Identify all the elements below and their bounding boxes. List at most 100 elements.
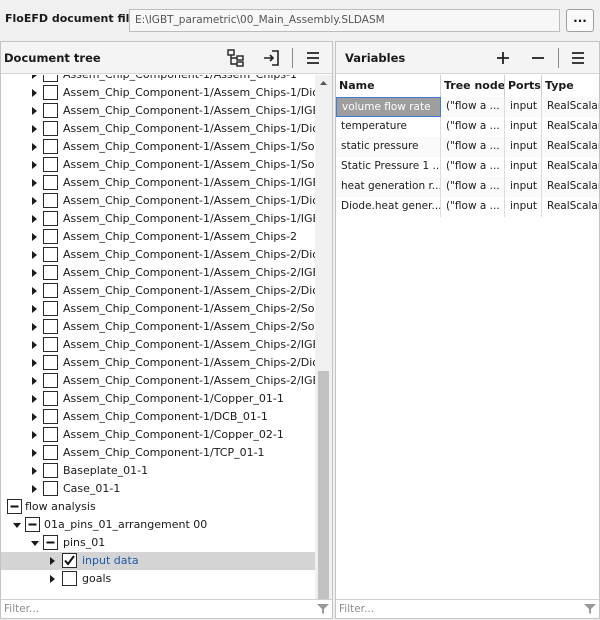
tree-item-checkbox[interactable]	[43, 139, 58, 154]
expand-arrow-icon[interactable]	[31, 232, 39, 242]
expand-arrow-icon[interactable]	[31, 196, 39, 206]
tree-item-checkbox[interactable]	[43, 409, 58, 424]
import-node-icon[interactable]	[262, 48, 282, 68]
collapse-arrow-icon[interactable]	[13, 520, 21, 530]
variable-tree-node-cell[interactable]: ("flow a ...	[441, 117, 505, 137]
expand-arrow-icon[interactable]	[31, 412, 39, 422]
browse-button[interactable]: ...	[566, 9, 594, 32]
tree-item-checkbox[interactable]	[43, 229, 58, 244]
tree-item-checkbox[interactable]	[43, 157, 58, 172]
filter-icon[interactable]	[316, 602, 330, 616]
variable-name-cell[interactable]: Static Pressure 1 ...	[336, 157, 441, 177]
tree-item[interactable]: Assem_Chip_Component-1/Assem_Chips-1/IGB…	[1, 102, 315, 120]
tree-item[interactable]: Assem_Chip_Component-1/Assem_Chips-1/Dio…	[1, 192, 315, 210]
column-header-type[interactable]: Type	[542, 75, 599, 97]
variable-name-cell[interactable]: temperature	[336, 117, 441, 137]
tree-item-checkbox[interactable]	[43, 247, 58, 262]
variable-ports-cell[interactable]: input	[505, 197, 542, 217]
variable-tree-node-cell[interactable]: ("flow a ...	[441, 157, 505, 177]
variable-name-cell[interactable]: volume flow rate	[336, 97, 441, 117]
variable-ports-cell[interactable]: input	[505, 117, 542, 137]
filter-icon[interactable]	[583, 602, 597, 616]
tree-item-checkbox[interactable]	[43, 121, 58, 136]
expand-arrow-icon[interactable]	[31, 376, 39, 386]
tree-item-checkbox[interactable]	[62, 571, 77, 586]
tree-item-checkbox[interactable]	[43, 427, 58, 442]
expand-arrow-icon[interactable]	[49, 556, 57, 566]
tree-item[interactable]: pins_01	[1, 534, 315, 552]
expand-arrow-icon[interactable]	[31, 75, 39, 80]
variable-tree-node-cell[interactable]: ("flow a ...	[441, 137, 505, 157]
expand-arrow-icon[interactable]	[31, 448, 39, 458]
tree-structure-icon[interactable]	[226, 48, 246, 68]
tree-item[interactable]: input data	[1, 552, 315, 570]
column-header-tree-node[interactable]: Tree node	[441, 75, 505, 97]
tree-item-checkbox[interactable]	[43, 75, 58, 82]
variable-tree-node-cell[interactable]: ("flow a ...	[441, 97, 505, 117]
file-path-field[interactable]: E:\IGBT_parametric\00_Main_Assembly.SLDA…	[129, 9, 560, 32]
collapse-arrow-icon[interactable]	[31, 538, 39, 548]
expand-arrow-icon[interactable]	[31, 106, 39, 116]
table-row[interactable]: volume flow rate ("flow a ... input RealSca…	[336, 97, 599, 117]
tree-item-checkbox[interactable]	[43, 355, 58, 370]
column-header-name[interactable]: Name	[336, 75, 441, 97]
tree-item[interactable]: Assem_Chip_Component-1/Assem_Chips-2/Dio…	[1, 282, 315, 300]
tree-item[interactable]: goals	[1, 570, 315, 588]
tree-item[interactable]: Assem_Chip_Component-1/Assem_Chips-2/Sol…	[1, 318, 315, 336]
expand-arrow-icon[interactable]	[31, 430, 39, 440]
variables-filter-input[interactable]	[336, 600, 599, 618]
tree-item[interactable]: flow analysis	[1, 498, 315, 516]
tree-item[interactable]: Assem_Chip_Component-1/Copper_02-1	[1, 426, 315, 444]
tree-item[interactable]: Assem_Chip_Component-1/Assem_Chips-2/Sol…	[1, 300, 315, 318]
table-row[interactable]: Static Pressure 1 ... ("flow a ... input Re…	[336, 157, 599, 177]
tree-item[interactable]: Assem_Chip_Component-1/Assem_Chips-1/Sol…	[1, 156, 315, 174]
menu-icon[interactable]	[303, 48, 323, 68]
expand-arrow-icon[interactable]	[31, 304, 39, 314]
tree-item-checkbox[interactable]	[43, 211, 58, 226]
tree-item-checkbox[interactable]	[25, 517, 40, 532]
tree-item[interactable]: Assem_Chip_Component-1/Assem_Chips-2/IGB…	[1, 372, 315, 390]
tree-item-checkbox[interactable]	[43, 535, 58, 550]
tree-item[interactable]: Assem_Chip_Component-1/Copper_01-1	[1, 390, 315, 408]
variable-ports-cell[interactable]: input	[505, 157, 542, 177]
table-row[interactable]: heat generation r... ("flow a ... input Rea…	[336, 177, 599, 197]
tree-item-checkbox[interactable]	[43, 445, 58, 460]
expand-arrow-icon[interactable]	[31, 178, 39, 188]
tree-item-checkbox[interactable]	[43, 463, 58, 478]
tree-scrollbar[interactable]	[315, 75, 332, 618]
tree-item-checkbox[interactable]	[43, 265, 58, 280]
expand-arrow-icon[interactable]	[31, 268, 39, 278]
table-row[interactable]: Diode.heat gener... ("flow a ... input Real…	[336, 197, 599, 217]
tree-item[interactable]: Assem_Chip_Component-1/Assem_Chips-2/Dio…	[1, 246, 315, 264]
tree-item[interactable]: Assem_Chip_Component-1/Assem_Chips-1/Dio…	[1, 84, 315, 102]
variable-ports-cell[interactable]: input	[505, 177, 542, 197]
tree-item[interactable]: Assem_Chip_Component-1/Assem_Chips-2/IGB…	[1, 336, 315, 354]
tree-item[interactable]: Assem_Chip_Component-1/Assem_Chips-1/Dio…	[1, 120, 315, 138]
table-row[interactable]: temperature ("flow a ... input RealScalar	[336, 117, 599, 137]
tree-filter-input[interactable]	[1, 600, 332, 618]
expand-arrow-icon[interactable]	[31, 340, 39, 350]
variable-name-cell[interactable]: Diode.heat gener...	[336, 197, 441, 217]
variable-type-cell[interactable]: RealScalar	[542, 177, 599, 197]
tree-item[interactable]: Assem_Chip_Component-1/DCB_01-1	[1, 408, 315, 426]
variable-ports-cell[interactable]: input	[505, 97, 542, 117]
add-variable-icon[interactable]	[493, 48, 513, 68]
tree-item[interactable]: 01a_pins_01_arrangement 00	[1, 516, 315, 534]
tree-item-checkbox[interactable]	[43, 175, 58, 190]
tree-item[interactable]: Assem_Chip_Component-1/Assem_Chips-1	[1, 75, 315, 84]
expand-arrow-icon[interactable]	[31, 394, 39, 404]
variable-type-cell[interactable]: RealScalar	[542, 137, 599, 157]
tree-item-checkbox[interactable]	[43, 373, 58, 388]
tree-item-checkbox[interactable]	[7, 499, 22, 514]
tree-item-checkbox[interactable]	[43, 391, 58, 406]
tree-item-checkbox[interactable]	[43, 337, 58, 352]
tree-item-checkbox[interactable]	[62, 553, 77, 568]
variable-name-cell[interactable]: heat generation r...	[336, 177, 441, 197]
scroll-up-icon[interactable]	[318, 78, 329, 89]
variable-tree-node-cell[interactable]: ("flow a ...	[441, 177, 505, 197]
tree-item-checkbox[interactable]	[43, 193, 58, 208]
expand-arrow-icon[interactable]	[31, 214, 39, 224]
variable-type-cell[interactable]: RealScalar	[542, 157, 599, 177]
table-row[interactable]: static pressure ("flow a ... input RealScal…	[336, 137, 599, 157]
tree-item[interactable]: Case_01-1	[1, 480, 315, 498]
